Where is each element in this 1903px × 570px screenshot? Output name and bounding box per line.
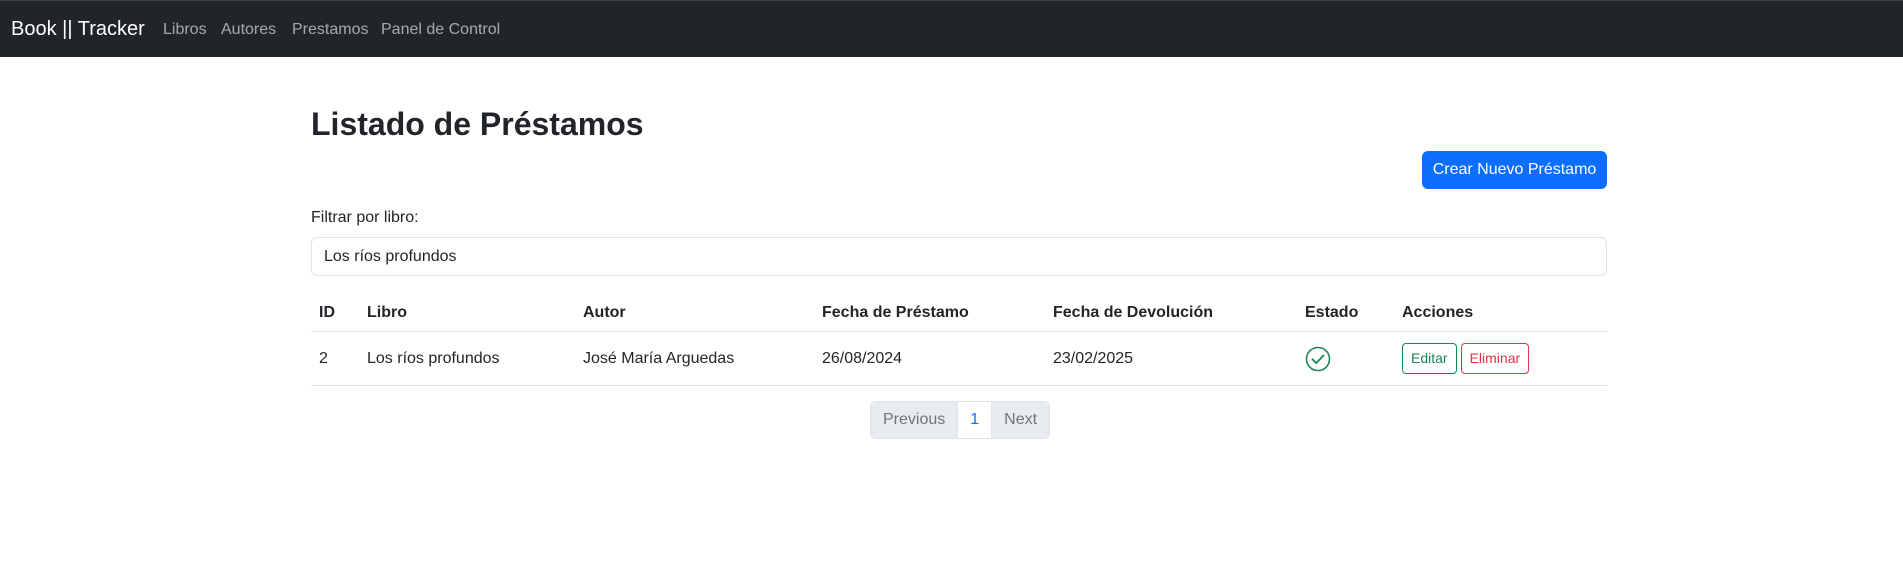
header-fecha-prestamo: Fecha de Préstamo bbox=[814, 295, 1045, 332]
cell-estado bbox=[1297, 331, 1394, 386]
create-loan-button[interactable]: Crear Nuevo Préstamo bbox=[1422, 151, 1607, 189]
nav-link-autores[interactable]: Autores bbox=[221, 20, 276, 40]
header-id: ID bbox=[311, 295, 359, 332]
brand-link[interactable]: Book || Tracker bbox=[11, 17, 145, 41]
loans-table: ID Libro Autor Fecha de Préstamo Fecha d… bbox=[311, 295, 1607, 386]
cell-fecha-prestamo: 26/08/2024 bbox=[814, 331, 1045, 386]
pagination-page-1[interactable]: 1 bbox=[958, 402, 993, 438]
cell-fecha-devolucion: 23/02/2025 bbox=[1045, 331, 1297, 386]
table-header-row: ID Libro Autor Fecha de Préstamo Fecha d… bbox=[311, 295, 1607, 332]
nav-link-libros[interactable]: Libros bbox=[163, 20, 207, 40]
cell-libro: Los ríos profundos bbox=[359, 331, 575, 386]
filter-label: Filtrar por libro: bbox=[311, 209, 419, 226]
header-libro: Libro bbox=[359, 295, 575, 332]
table-row: 2 Los ríos profundos José María Arguedas… bbox=[311, 331, 1607, 386]
cell-autor: José María Arguedas bbox=[575, 331, 814, 386]
nav-link-prestamos[interactable]: Prestamos bbox=[292, 20, 368, 40]
navbar: Book || Tracker Libros Autores Prestamos… bbox=[0, 0, 1903, 57]
header-estado: Estado bbox=[1297, 295, 1394, 332]
header-fecha-devolucion: Fecha de Devolución bbox=[1045, 295, 1297, 332]
nav-link-panel-de-control[interactable]: Panel de Control bbox=[381, 20, 500, 40]
filter-book-input[interactable] bbox=[311, 237, 1607, 276]
pagination-next[interactable]: Next bbox=[992, 402, 1050, 438]
cell-id: 2 bbox=[311, 331, 359, 386]
delete-button[interactable]: Eliminar bbox=[1460, 343, 1530, 374]
cell-acciones: Editar Eliminar bbox=[1394, 331, 1607, 386]
header-autor: Autor bbox=[575, 295, 814, 332]
edit-button[interactable]: Editar bbox=[1402, 343, 1457, 374]
pagination-previous[interactable]: Previous bbox=[871, 402, 959, 438]
check-circle-icon bbox=[1305, 346, 1331, 372]
header-acciones: Acciones bbox=[1394, 295, 1607, 332]
pagination: Previous 1 Next bbox=[870, 401, 1051, 439]
page-title: Listado de Préstamos bbox=[311, 106, 644, 142]
